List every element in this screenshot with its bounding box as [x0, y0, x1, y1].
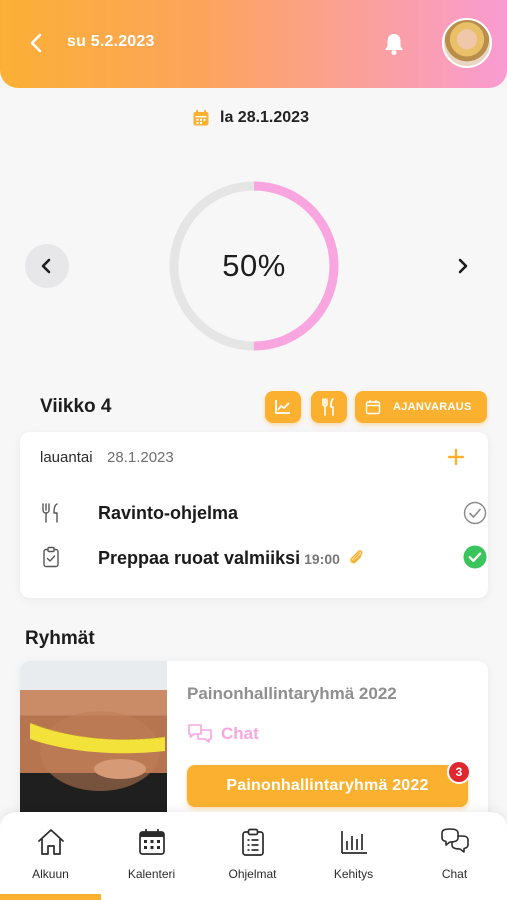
groups-title: Ryhmät: [25, 628, 95, 649]
home-icon: [38, 829, 64, 855]
day-card: lauantai 28.1.2023 Ravinto-ohjelma Prepp…: [20, 432, 488, 598]
progress-percent: 50%: [222, 248, 286, 283]
nav-label: Alkuun: [32, 867, 69, 881]
group-card[interactable]: Painonhallintaryhmä 2022 Chat Painonhall…: [20, 661, 488, 821]
chevron-left-icon: [41, 258, 51, 274]
booking-button[interactable]: AJANVARAUS: [355, 391, 487, 423]
paperclip-icon[interactable]: [346, 547, 366, 567]
check-circle-outline-icon[interactable]: [463, 501, 487, 525]
task-title: Preppaa ruoat valmiiksi 19:00: [98, 547, 366, 569]
day-date: 28.1.2023: [107, 449, 174, 466]
task-time: 19:00: [304, 551, 340, 567]
next-day-button[interactable]: [440, 244, 484, 288]
line-chart-icon: [275, 400, 290, 414]
nav-label: Kalenteri: [127, 867, 176, 881]
group-name: Painonhallintaryhmä 2022: [187, 684, 397, 703]
group-image: [20, 661, 167, 821]
fork-knife-icon: [42, 503, 58, 523]
selected-date: la 28.1.2023: [192, 109, 309, 127]
progress-chart-button[interactable]: [265, 391, 301, 423]
header-date: su 5.2.2023: [67, 33, 155, 50]
task-row[interactable]: Preppaa ruoat valmiiksi 19:00: [40, 542, 487, 572]
nav-label: Kehitys: [333, 867, 374, 881]
chat-bubbles-icon: [188, 724, 212, 743]
chevron-left-icon[interactable]: [26, 31, 48, 55]
task-title: Ravinto-ohjelma: [98, 503, 239, 523]
header: su 5.2.2023: [0, 0, 507, 88]
previous-day-button[interactable]: [25, 244, 69, 288]
bell-icon[interactable]: [381, 31, 407, 57]
clipboard-check-icon: [43, 546, 59, 568]
nav-label: Chat: [441, 867, 468, 881]
nutrition-button[interactable]: [311, 391, 347, 423]
fork-knife-icon: [322, 398, 334, 416]
nav-item-chat[interactable]: Chat: [404, 812, 505, 900]
chevron-right-icon: [458, 258, 468, 274]
clipboard-icon: [242, 828, 264, 856]
task-title-text: Preppaa ruoat valmiiksi: [98, 548, 301, 568]
nav-item-home[interactable]: Alkuun: [0, 812, 101, 900]
calendar-icon: [365, 400, 381, 415]
check-circle-filled-icon[interactable]: [463, 545, 487, 569]
chat-icon: [441, 828, 469, 853]
week-title: Viikko 4: [40, 396, 112, 417]
calendar-icon: [139, 829, 165, 855]
bottom-nav: Alkuun Kalenteri Ohjelmat Kehitys Chat: [0, 812, 507, 900]
task-row[interactable]: Ravinto-ohjelma: [40, 498, 487, 528]
calendar-icon: [193, 110, 209, 126]
booking-label: AJANVARAUS: [393, 401, 472, 413]
nav-item-programs[interactable]: Ohjelmat: [202, 812, 303, 900]
active-indicator: [0, 894, 101, 900]
avatar[interactable]: [442, 18, 492, 68]
nav-item-calendar[interactable]: Kalenteri: [101, 812, 202, 900]
day-name: lauantai: [40, 449, 93, 466]
progress-ring: 50%: [168, 180, 340, 352]
group-chat-link[interactable]: Chat: [187, 723, 259, 745]
bar-chart-icon: [341, 831, 367, 854]
date-label: la 28.1.2023: [220, 109, 309, 126]
chat-link-label: Chat: [221, 724, 259, 743]
group-open-button[interactable]: Painonhallintaryhmä 2022: [187, 765, 468, 807]
notification-badge: 3: [447, 760, 471, 784]
nav-label: Ohjelmat: [228, 867, 277, 881]
nav-item-progress[interactable]: Kehitys: [303, 812, 404, 900]
group-button-label: Painonhallintaryhmä 2022: [226, 777, 429, 794]
plus-icon[interactable]: [446, 447, 466, 467]
